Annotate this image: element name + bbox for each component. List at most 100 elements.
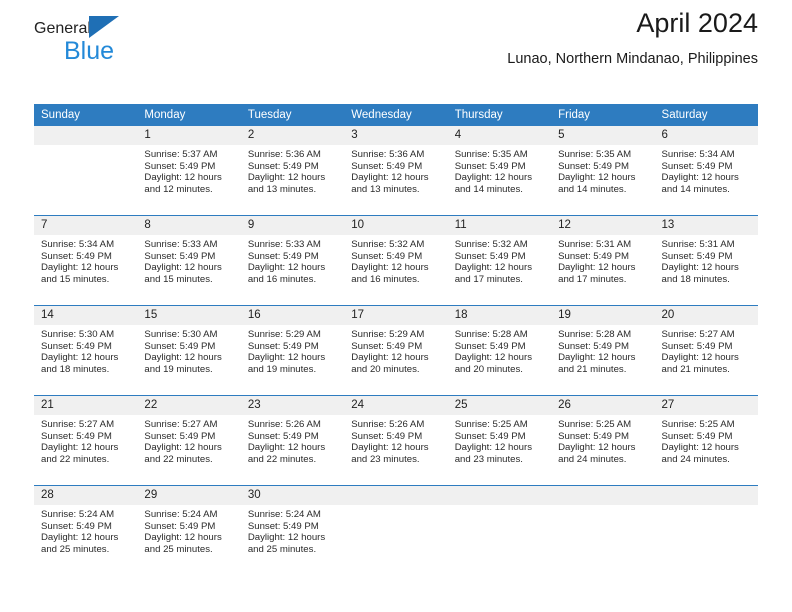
calendar-week-row: 28 Sunrise: 5:24 AM Sunset: 5:49 PM Dayligh…	[34, 485, 758, 575]
calendar-day-cell[interactable]: 10 Sunrise: 5:32 AM Sunset: 5:49 PM Dayligh…	[344, 215, 448, 306]
sunset-time: Sunset: 5:49 PM	[144, 430, 216, 442]
calendar-day-cell[interactable]: 27 Sunrise: 5:25 AM Sunset: 5:49 PM Dayligh…	[654, 395, 758, 486]
calendar-day-cell[interactable]: 12 Sunrise: 5:31 AM Sunset: 5:49 PM Dayligh…	[551, 215, 655, 306]
calendar-day-cell[interactable]: 24 Sunrise: 5:26 AM Sunset: 5:49 PM Dayligh…	[344, 395, 448, 486]
day-details: Sunrise: 5:27 AM Sunset: 5:49 PM Daylight:…	[655, 325, 758, 375]
calendar-day-cell[interactable]: 9 Sunrise: 5:33 AM Sunset: 5:49 PM Daylight…	[240, 215, 345, 306]
day-details: Sunrise: 5:36 AM Sunset: 5:49 PM Daylight:…	[344, 145, 447, 195]
sunrise-time: Sunrise: 5:26 AM	[351, 419, 425, 430]
day-number: 2	[240, 126, 345, 145]
calendar-day-cell[interactable]: 21 Sunrise: 5:27 AM Sunset: 5:49 PM Dayligh…	[34, 395, 138, 486]
calendar-day-cell[interactable]: 20 Sunrise: 5:27 AM Sunset: 5:49 PM Dayligh…	[654, 305, 758, 396]
sunrise-time: Sunrise: 5:25 AM	[661, 419, 735, 430]
calendar-day-cell[interactable]: 23 Sunrise: 5:26 AM Sunset: 5:49 PM Dayligh…	[240, 395, 345, 486]
daylight-line-1: Daylight: 12 hours	[144, 172, 222, 184]
daylight-line-1: Daylight: 12 hours	[41, 442, 119, 454]
calendar-day-cell[interactable]: 30 Sunrise: 5:24 AM Sunset: 5:49 PM Dayligh…	[240, 485, 345, 575]
calendar-day-cell[interactable]: 5 Sunrise: 5:35 AM Sunset: 5:49 PM Daylight…	[551, 126, 655, 216]
daylight-line-2: and 23 minutes.	[351, 453, 420, 465]
day-number	[34, 126, 138, 145]
day-details: Sunrise: 5:33 AM Sunset: 5:49 PM Daylight:…	[241, 235, 344, 285]
sunrise-time: Sunrise: 5:24 AM	[41, 509, 115, 520]
calendar-day-cell[interactable]: 19 Sunrise: 5:28 AM Sunset: 5:49 PM Dayligh…	[551, 305, 655, 396]
day-number: 5	[551, 126, 655, 145]
calendar-day-cell[interactable]: 13 Sunrise: 5:31 AM Sunset: 5:49 PM Dayligh…	[654, 215, 758, 306]
day-number: 29	[137, 486, 241, 505]
daylight-line-1: Daylight: 12 hours	[247, 352, 326, 364]
day-details: Sunrise: 5:32 AM Sunset: 5:49 PM Daylight:…	[448, 235, 551, 285]
day-details: Sunrise: 5:35 AM Sunset: 5:49 PM Daylight:…	[448, 145, 551, 195]
calendar-day-cell[interactable]: 8 Sunrise: 5:33 AM Sunset: 5:49 PM Daylight…	[137, 215, 241, 306]
sunset-time: Sunset: 5:49 PM	[144, 160, 216, 172]
daylight-line-1: Daylight: 12 hours	[144, 352, 222, 364]
day-number: 9	[240, 216, 345, 235]
weekday-header-sunday: Sunday	[34, 104, 138, 126]
calendar-day-cell[interactable]: 15 Sunrise: 5:30 AM Sunset: 5:49 PM Dayligh…	[137, 305, 241, 396]
sunset-time: Sunset: 5:49 PM	[351, 430, 423, 442]
weekday-header-monday: Monday	[137, 104, 241, 126]
calendar-week-row: 21 Sunrise: 5:27 AM Sunset: 5:49 PM Dayligh…	[34, 395, 758, 486]
calendar-day-cell[interactable]: 14 Sunrise: 5:30 AM Sunset: 5:49 PM Dayligh…	[34, 305, 138, 396]
day-number: 10	[344, 216, 448, 235]
sunset-time: Sunset: 5:49 PM	[661, 250, 733, 262]
sunrise-time: Sunrise: 5:27 AM	[144, 419, 218, 430]
calendar-day-cell[interactable]: 22 Sunrise: 5:27 AM Sunset: 5:49 PM Dayligh…	[137, 395, 241, 486]
sunrise-time: Sunrise: 5:24 AM	[247, 509, 321, 520]
daylight-line-2: and 24 minutes.	[558, 453, 627, 465]
day-details: Sunrise: 5:26 AM Sunset: 5:49 PM Daylight:…	[344, 415, 447, 465]
sunset-time: Sunset: 5:49 PM	[454, 250, 526, 262]
day-number: 18	[447, 306, 552, 325]
daylight-line-1: Daylight: 12 hours	[144, 442, 222, 454]
daylight-line-2: and 22 minutes.	[41, 453, 110, 465]
sunrise-time: Sunrise: 5:31 AM	[558, 239, 632, 250]
daylight-line-1: Daylight: 12 hours	[41, 352, 119, 364]
calendar-day-cell[interactable]: 2 Sunrise: 5:36 AM Sunset: 5:49 PM Daylight…	[240, 126, 345, 216]
daylight-line-2: and 18 minutes.	[661, 273, 730, 285]
sunset-time: Sunset: 5:49 PM	[41, 520, 112, 532]
day-number: 26	[551, 396, 655, 415]
daylight-line-2: and 20 minutes.	[454, 363, 523, 375]
daylight-line-2: and 24 minutes.	[661, 453, 730, 465]
day-details: Sunrise: 5:35 AM Sunset: 5:49 PM Daylight:…	[551, 145, 654, 195]
day-details: Sunrise: 5:29 AM Sunset: 5:49 PM Daylight:…	[344, 325, 447, 375]
calendar-day-cell[interactable]: 26 Sunrise: 5:25 AM Sunset: 5:49 PM Dayligh…	[551, 395, 655, 486]
day-number: 13	[654, 216, 758, 235]
calendar-day-cell[interactable]: 16 Sunrise: 5:29 AM Sunset: 5:49 PM Dayligh…	[240, 305, 345, 396]
calendar-day-cell[interactable]: 1 Sunrise: 5:37 AM Sunset: 5:49 PM Daylight…	[137, 126, 241, 216]
daylight-line-2: and 13 minutes.	[247, 183, 317, 195]
calendar-day-cell[interactable]: 3 Sunrise: 5:36 AM Sunset: 5:49 PM Daylight…	[344, 126, 448, 216]
day-number: 23	[240, 396, 345, 415]
daylight-line-1: Daylight: 12 hours	[454, 442, 533, 454]
calendar-day-cell[interactable]: 6 Sunrise: 5:34 AM Sunset: 5:49 PM Daylight…	[654, 126, 758, 216]
calendar-day-cell[interactable]: 4 Sunrise: 5:35 AM Sunset: 5:49 PM Daylight…	[447, 126, 552, 216]
daylight-line-2: and 22 minutes.	[144, 453, 213, 465]
logo-text-blue: Blue	[64, 37, 115, 65]
general-blue-logo[interactable]: General Blue	[34, 16, 274, 74]
sunset-time: Sunset: 5:49 PM	[144, 340, 216, 352]
day-details: Sunrise: 5:24 AM Sunset: 5:49 PM Daylight:…	[241, 505, 344, 555]
day-details: Sunrise: 5:28 AM Sunset: 5:49 PM Daylight:…	[551, 325, 654, 375]
day-number: 14	[34, 306, 138, 325]
sunset-time: Sunset: 5:49 PM	[351, 160, 423, 172]
calendar-day-cell[interactable]: 7 Sunrise: 5:34 AM Sunset: 5:49 PM Daylight…	[34, 215, 138, 306]
calendar-day-cell[interactable]: 18 Sunrise: 5:28 AM Sunset: 5:49 PM Dayligh…	[447, 305, 552, 396]
day-number: 11	[447, 216, 552, 235]
calendar-day-cell[interactable]: 17 Sunrise: 5:29 AM Sunset: 5:49 PM Dayligh…	[344, 305, 448, 396]
calendar-header-row: Sunday Monday Tuesday Wednesday Thursday…	[34, 104, 758, 126]
calendar-day-cell[interactable]: 25 Sunrise: 5:25 AM Sunset: 5:49 PM Dayligh…	[447, 395, 552, 486]
daylight-line-1: Daylight: 12 hours	[558, 172, 636, 184]
calendar-day-cell[interactable]: 11 Sunrise: 5:32 AM Sunset: 5:49 PM Dayligh…	[447, 215, 552, 306]
day-number: 19	[551, 306, 655, 325]
sunset-time: Sunset: 5:49 PM	[247, 340, 319, 352]
day-number: 3	[344, 126, 448, 145]
calendar-day-cell[interactable]: 29 Sunrise: 5:24 AM Sunset: 5:49 PM Dayligh…	[137, 485, 241, 575]
daylight-line-2: and 25 minutes.	[247, 543, 317, 555]
daylight-line-1: Daylight: 12 hours	[351, 442, 429, 454]
sunrise-time: Sunrise: 5:30 AM	[41, 329, 115, 340]
daylight-line-1: Daylight: 12 hours	[351, 172, 429, 184]
calendar-day-cell[interactable]: 28 Sunrise: 5:24 AM Sunset: 5:49 PM Dayligh…	[34, 485, 138, 575]
daylight-line-1: Daylight: 12 hours	[558, 352, 636, 364]
daylight-line-2: and 12 minutes.	[144, 183, 213, 195]
calendar-empty-cell	[34, 126, 138, 216]
day-number	[447, 486, 552, 505]
